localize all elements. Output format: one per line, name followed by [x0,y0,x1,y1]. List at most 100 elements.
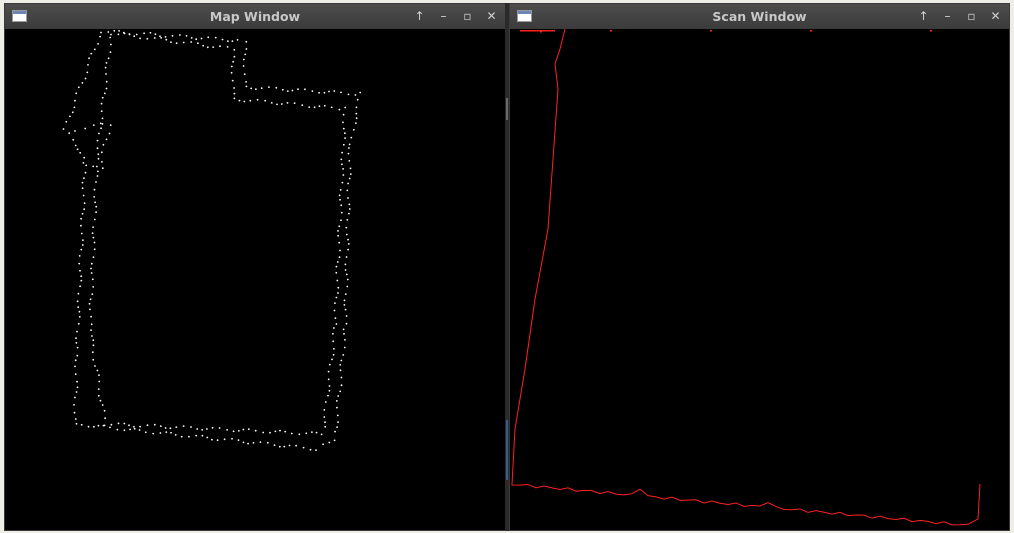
map-point [337,234,339,237]
map-point [159,432,162,434]
map-point [201,434,204,437]
map-point [273,444,276,446]
map-point [318,105,321,108]
map-point [175,42,178,45]
map-point [93,196,96,198]
map-point [153,423,156,426]
map-point [73,411,76,414]
map-point [99,399,102,402]
maximize-up-icon[interactable]: ↑ [412,9,427,24]
map-window[interactable]: Map Window ↑ – ▫ ✕ [4,3,506,531]
map-point [233,55,236,58]
map-point [107,57,110,60]
map-point [242,58,245,61]
map-point [74,396,76,399]
map-point [335,271,338,274]
map-point [84,171,87,174]
map-point [80,423,83,426]
map-point [103,424,106,427]
close-icon[interactable]: ✕ [988,9,1003,24]
map-point [342,328,345,331]
map-point [342,113,345,116]
map-point [100,151,103,154]
map-point [247,428,250,431]
map-point [80,224,82,227]
map-point [264,99,267,102]
map-point [323,104,326,107]
map-point [349,167,352,170]
map-point [338,225,341,228]
map-point [348,147,350,149]
map-point [337,230,339,232]
map-point [170,431,172,434]
map-point [180,435,183,438]
map-point [83,156,86,159]
map-point [190,41,193,43]
map-point [84,77,87,80]
map-point [311,431,313,433]
map-point [95,211,97,214]
map-point [344,132,346,135]
map-point [98,380,101,383]
map-point [335,323,338,325]
map-point [339,198,341,201]
map-point [153,37,156,39]
map-point [288,444,291,447]
map-window-titlebar[interactable]: Map Window ↑ – ▫ ✕ [5,4,505,30]
scan-canvas[interactable] [510,29,1009,530]
map-point [93,425,95,428]
map-point [342,121,344,124]
maximize-up-icon[interactable]: ↑ [916,9,931,24]
splitter-grip-top [506,98,508,120]
map-point [93,218,96,221]
map-point [99,35,101,38]
map-point [275,86,278,89]
map-point [355,106,358,109]
map-canvas[interactable] [5,29,505,530]
scan-window[interactable]: Scan Window ↑ – ▫ ✕ [509,3,1010,531]
close-icon[interactable]: ✕ [484,9,499,24]
map-point [313,106,316,109]
map-point [342,127,345,130]
map-point [69,115,71,118]
map-point [129,428,131,431]
map-point [77,322,80,325]
map-point [339,369,342,372]
minimize-icon[interactable]: – [436,9,451,24]
map-point [74,418,77,420]
map-point [78,262,81,265]
map-point [323,409,326,411]
map-point [76,354,79,357]
map-point [128,424,130,427]
map-point [101,123,104,125]
map-point [165,38,168,41]
map-point [345,226,348,229]
map-point [97,43,99,45]
map-point [333,90,336,92]
map-point [359,91,362,94]
map-point [92,124,95,126]
map-point-cloud [62,29,362,451]
restore-icon[interactable]: ▫ [460,9,475,24]
map-point [298,433,301,436]
map-point [254,429,257,432]
map-point [91,232,94,235]
map-point [344,339,346,341]
map-point [75,391,78,393]
restore-icon[interactable]: ▫ [964,9,979,24]
map-point [340,219,342,222]
minimize-icon[interactable]: – [940,9,955,24]
map-point [231,40,234,42]
map-point [109,51,112,53]
map-point [84,127,87,130]
map-point [206,428,208,430]
map-point [339,189,342,191]
map-point [90,315,92,318]
map-point [336,261,339,263]
map-point [81,212,84,215]
map-point [87,64,89,66]
map-point [89,298,92,301]
scan-window-titlebar[interactable]: Scan Window ↑ – ▫ ✕ [510,4,1009,30]
map-point [159,425,162,427]
map-point [283,445,286,448]
